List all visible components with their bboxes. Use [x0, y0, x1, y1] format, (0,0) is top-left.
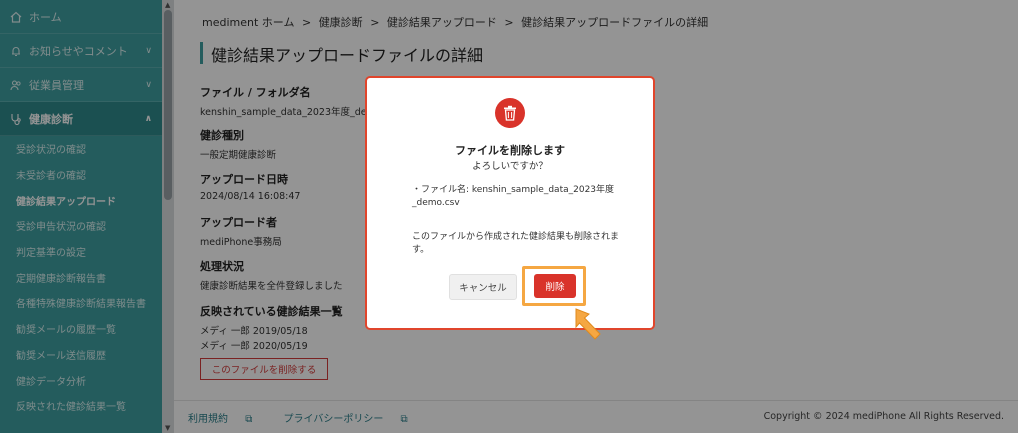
dialog-note: このファイルから作成された健診結果も削除されます。: [412, 232, 620, 255]
cancel-button[interactable]: キャンセル: [449, 274, 517, 300]
delete-button[interactable]: 削除: [534, 274, 576, 298]
dialog-subtitle: よろしいですか？: [472, 161, 548, 172]
dialog-file-name: ・ファイル名: kenshin_sample_data_2023年度_demo.…: [412, 185, 615, 208]
pointer-arrow-icon: [575, 308, 601, 340]
delete-confirm-dialog: ファイルを削除します よろしいですか？ ・ファイル名: kenshin_samp…: [365, 76, 655, 330]
dialog-title: ファイルを削除します: [455, 144, 565, 157]
trash-icon: [495, 98, 525, 128]
